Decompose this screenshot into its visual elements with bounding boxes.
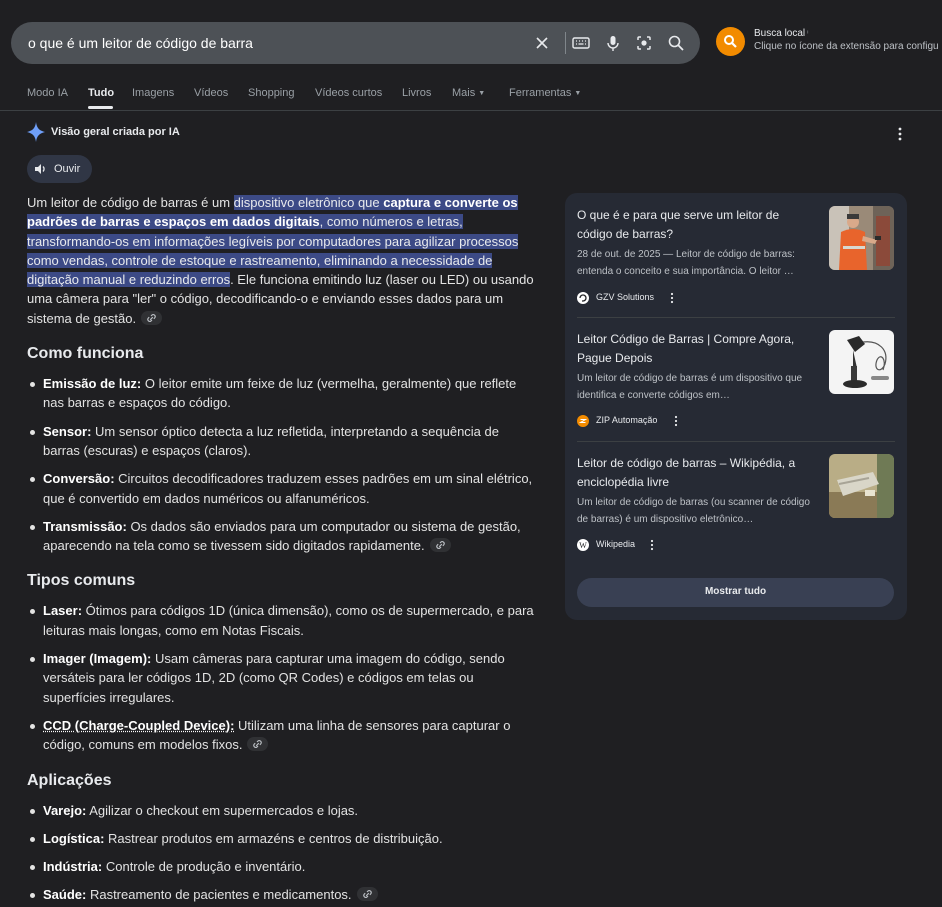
- source-link-chip[interactable]: [430, 538, 451, 552]
- list-item: Saúde: Rastreamento de pacientes e medic…: [27, 885, 537, 904]
- source-site-name: ZIP Automação: [596, 413, 657, 427]
- source-divider: [577, 441, 895, 442]
- search-query[interactable]: o que é um leitor de código de barra: [28, 35, 253, 51]
- show-all-button[interactable]: Mostrar tudo: [577, 578, 894, 607]
- section-heading-how-it-works: Como funciona: [27, 344, 537, 364]
- source-snippet: Um leitor de código de barras (ou scanne…: [577, 495, 821, 528]
- extension-title: Busca local ⁱ: [754, 28, 809, 39]
- zip-automacao-favicon-icon: [577, 414, 589, 426]
- list-item: Conversão: Circuitos decodificadores tra…: [27, 469, 537, 508]
- how-it-works-list: Emissão de luz: O leitor emite um feixe …: [27, 374, 537, 555]
- info-icon: ⁱ: [807, 29, 808, 38]
- tab-imagens[interactable]: Imagens: [132, 87, 174, 99]
- active-tab-indicator: [88, 106, 113, 109]
- more-options-icon[interactable]: [672, 414, 680, 426]
- list-item: Imager (Imagem): Usam câmeras para captu…: [27, 649, 537, 707]
- list-item: Varejo: Agilizar o checkout em supermerc…: [27, 801, 537, 820]
- source-card[interactable]: O que é e para que serve um leitor de có…: [577, 206, 895, 306]
- source-title[interactable]: Leitor Código de Barras | Compre Agora, …: [577, 330, 817, 368]
- intro-paragraph: Um leitor de código de barras é um dispo…: [27, 193, 537, 328]
- list-item: Indústria: Controle de produção e invent…: [27, 857, 537, 876]
- link-icon: [252, 739, 263, 749]
- list-item: Emissão de luz: O leitor emite um feixe …: [27, 374, 537, 413]
- tab-modo-ia[interactable]: Modo IA: [27, 87, 68, 99]
- svg-text:W: W: [579, 541, 587, 550]
- listen-label: Ouvir: [54, 163, 80, 175]
- extension-subtitle: Clique no ícone da extensão para configu: [754, 41, 939, 52]
- types-list: Laser: Ótimos para códigos 1D (única dim…: [27, 601, 537, 754]
- source-snippet: Um leitor de código de barras é um dispo…: [577, 371, 821, 404]
- search-bar-divider: [565, 32, 566, 54]
- search-icon: [723, 34, 738, 49]
- speaker-icon: [34, 163, 47, 175]
- gzv-favicon-icon: [577, 291, 589, 303]
- local-search-extension-button[interactable]: [716, 27, 745, 56]
- list-item: Sensor: Um sensor óptico detecta a luz r…: [27, 422, 537, 461]
- barcode-scanner-stand-thumbnail[interactable]: [829, 330, 894, 394]
- source-meta: GZV Solutions: [577, 290, 697, 304]
- source-snippet: 28 de out. de 2025 — Leitor de código de…: [577, 247, 821, 280]
- tab-tudo[interactable]: Tudo: [88, 87, 114, 99]
- link-icon: [146, 313, 157, 323]
- ccd-term-link[interactable]: CCD (Charge-Coupled Device):: [43, 718, 234, 733]
- list-item: Laser: Ótimos para códigos 1D (única dim…: [27, 601, 537, 640]
- tab-ferramentas[interactable]: Ferramentas ▼: [509, 87, 581, 99]
- worker-scanner-thumbnail[interactable]: [829, 206, 894, 270]
- search-bar[interactable]: o que é um leitor de código de barra: [11, 22, 700, 64]
- tab-mais[interactable]: Mais ▼: [452, 87, 485, 99]
- more-options-icon[interactable]: [893, 126, 907, 142]
- section-heading-types: Tipos comuns: [27, 571, 537, 591]
- sources-panel: O que é e para que serve um leitor de có…: [565, 193, 907, 620]
- caret-down-icon: ▼: [574, 90, 581, 97]
- show-all-label: Mostrar tudo: [577, 586, 894, 597]
- clear-icon[interactable]: [532, 33, 552, 53]
- ai-overview-content: Um leitor de código de barras é um dispo…: [27, 193, 537, 907]
- link-icon: [362, 889, 373, 899]
- camera-lens-icon[interactable]: [634, 33, 654, 53]
- source-card[interactable]: Leitor Código de Barras | Compre Agora, …: [577, 330, 895, 430]
- source-meta: ZIP Automação: [577, 413, 697, 427]
- source-link-chip[interactable]: [357, 887, 378, 901]
- more-options-icon[interactable]: [648, 538, 656, 550]
- source-meta: W Wikipedia: [577, 537, 697, 551]
- list-item: CCD (Charge-Coupled Device): Utilizam um…: [27, 716, 537, 755]
- wikipedia-favicon-icon: W: [577, 538, 589, 550]
- tabs-divider: [0, 110, 942, 111]
- microphone-icon[interactable]: [603, 33, 623, 53]
- tab-livros[interactable]: Livros: [402, 87, 431, 99]
- gemini-sparkle-icon: [26, 121, 46, 143]
- source-divider: [577, 317, 895, 318]
- ai-overview-header: Visão geral criada por IA: [26, 121, 46, 143]
- source-title[interactable]: O que é e para que serve um leitor de có…: [577, 206, 817, 244]
- ai-overview-title: Visão geral criada por IA: [51, 126, 180, 138]
- list-item: Transmissão: Os dados são enviados para …: [27, 517, 537, 556]
- source-link-chip[interactable]: [247, 737, 268, 751]
- tab-videos[interactable]: Vídeos: [194, 87, 228, 99]
- tab-videos-curtos[interactable]: Vídeos curtos: [315, 87, 382, 99]
- tab-shopping[interactable]: Shopping: [248, 87, 295, 99]
- applications-list: Varejo: Agilizar o checkout em supermerc…: [27, 801, 537, 905]
- source-site-name: GZV Solutions: [596, 290, 654, 304]
- listen-button[interactable]: Ouvir: [27, 155, 92, 183]
- more-options-icon[interactable]: [668, 291, 676, 303]
- source-site-name: Wikipedia: [596, 537, 635, 551]
- source-title[interactable]: Leitor de código de barras – Wikipédia, …: [577, 454, 817, 492]
- caret-down-icon: ▼: [478, 90, 485, 97]
- source-card[interactable]: Leitor de código de barras – Wikipédia, …: [577, 454, 895, 554]
- list-item: Logística: Rastrear produtos em armazéns…: [27, 829, 537, 848]
- source-link-chip[interactable]: [141, 311, 162, 325]
- search-icon[interactable]: [666, 33, 686, 53]
- section-heading-applications: Aplicações: [27, 771, 537, 791]
- handheld-scanner-thumbnail[interactable]: [829, 454, 894, 518]
- link-icon: [435, 540, 446, 550]
- keyboard-icon[interactable]: [571, 33, 591, 53]
